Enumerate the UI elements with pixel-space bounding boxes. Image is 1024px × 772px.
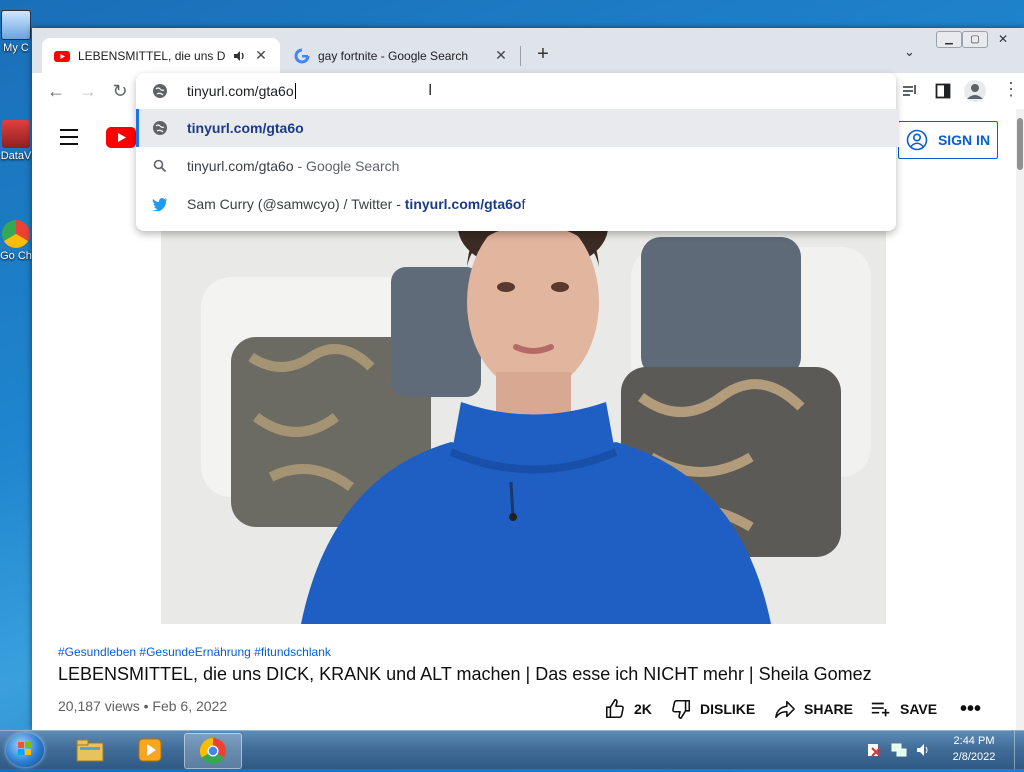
sign-in-button[interactable]: SIGN IN [898, 121, 998, 159]
youtube-logo-icon[interactable] [106, 127, 136, 148]
video-hashtags[interactable]: #Gesundleben #GesundeErnährung #fitundsc… [58, 645, 331, 659]
desktop-icon-computer[interactable]: My C [0, 10, 32, 54]
tab-google-search[interactable]: gay fortnite - Google Search ✕ [282, 38, 520, 73]
save-button[interactable]: SAVE [870, 698, 937, 720]
action-center-flag-icon[interactable] [866, 742, 882, 758]
video-title: LEBENSMITTEL, die uns DICK, KRANK und AL… [58, 664, 872, 684]
address-bar[interactable]: tinyurl.com/gta6o I [136, 73, 896, 109]
taskbar: 2:44 PM 2/8/2022 [0, 730, 1024, 769]
desktop-icon-label: My C [3, 42, 29, 54]
sign-in-label: SIGN IN [937, 132, 991, 148]
suggestion-tail: f [521, 196, 526, 212]
close-tab-icon[interactable]: ✕ [492, 47, 510, 65]
omnibox-dropdown: tinyurl.com/gta6o I tinyurl.com/gta6o ti… [136, 73, 899, 231]
more-actions-icon[interactable]: ••• [960, 698, 981, 721]
tab-search-chevron-icon[interactable]: ⌄ [904, 44, 915, 60]
desktop-icon-label: Go Ch [0, 250, 32, 262]
video-frame-image [161, 187, 886, 624]
clock-time[interactable]: 2:44 PM [940, 735, 1008, 747]
reload-icon[interactable]: ↻ [108, 79, 132, 103]
side-panel-icon[interactable] [935, 83, 951, 99]
share-label: SHARE [804, 701, 854, 717]
show-desktop-button[interactable] [1014, 731, 1024, 769]
suggestion-bold-text: tinyurl.com/gta6o [404, 196, 522, 212]
playlist-add-icon [871, 702, 890, 717]
page-scrollbar-thumb[interactable] [1017, 118, 1023, 170]
video-meta: 20,187 views • Feb 6, 2022 [58, 698, 227, 714]
taskbar-explorer[interactable] [62, 733, 118, 767]
windows-logo-icon [18, 742, 31, 755]
tab-title: gay fortnite - Google Search [318, 48, 469, 63]
suggestion-url[interactable]: tinyurl.com/gta6o [136, 109, 899, 147]
close-window-button[interactable]: ✕ [988, 31, 1018, 46]
like-button[interactable]: 2K [604, 698, 652, 720]
speaker-icon[interactable] [232, 49, 246, 63]
taskbar-media-player[interactable] [122, 733, 178, 767]
google-icon [294, 48, 310, 63]
i-beam-cursor-icon: I [428, 82, 433, 99]
suggestion-twitter[interactable]: Sam Curry (@samwcyo) / Twitter - tinyurl… [136, 185, 896, 223]
dislike-label: DISLIKE [700, 701, 756, 717]
clock-date[interactable]: 2/8/2022 [940, 751, 1008, 763]
desktop-icon-datav[interactable]: DataV [0, 120, 32, 162]
text-cursor [294, 83, 296, 99]
suggestion-text: Sam Curry (@samwcyo) / Twitter - [187, 196, 405, 212]
back-arrow-icon[interactable]: ← [44, 79, 68, 103]
new-tab-button[interactable]: + [532, 43, 554, 65]
like-count: 2K [634, 701, 652, 717]
forward-arrow-icon[interactable]: → [76, 79, 100, 103]
globe-icon [153, 84, 167, 98]
suggestion-suffix: - Google Search [293, 158, 400, 174]
volume-icon[interactable] [915, 742, 931, 758]
taskbar-chrome[interactable] [184, 733, 242, 769]
minimize-button[interactable]: ▁ [936, 31, 962, 48]
media-player-icon [138, 738, 162, 762]
save-label: SAVE [900, 701, 938, 717]
share-button[interactable]: SHARE [774, 698, 853, 720]
page-scrollbar[interactable] [1016, 109, 1024, 730]
tab-youtube[interactable]: LEBENSMITTEL, die uns DICK ✕ [42, 38, 280, 73]
account-circle-icon [906, 129, 928, 151]
desktop-icon-chrome[interactable]: Go Ch [0, 220, 32, 263]
chrome-shortcut-icon [2, 220, 30, 248]
desktop-icon-label: DataV [0, 150, 32, 162]
dislike-button[interactable]: DISLIKE [670, 698, 755, 720]
share-arrow-icon [775, 700, 795, 719]
suggestion-text: tinyurl.com/gta6o [187, 158, 294, 174]
computer-icon [1, 10, 31, 40]
profile-avatar-icon[interactable] [964, 80, 986, 102]
tab-strip: LEBENSMITTEL, die uns DICK ✕ gay fortnit… [32, 28, 1024, 73]
browser-window: LEBENSMITTEL, die uns DICK ✕ gay fortnit… [32, 28, 1024, 730]
hamburger-menu-icon[interactable] [60, 129, 78, 145]
search-icon [152, 158, 168, 174]
thumbs-down-icon [672, 699, 691, 719]
address-bar-text: tinyurl.com/gta6o [187, 83, 294, 99]
suggestion-text: tinyurl.com/gta6o [187, 120, 304, 136]
globe-icon [152, 120, 168, 136]
tab-title: LEBENSMITTEL, die uns DICK [78, 48, 226, 63]
youtube-icon [54, 50, 70, 62]
media-control-icon[interactable] [902, 83, 918, 99]
network-icon[interactable] [891, 742, 907, 758]
folder-icon [76, 739, 104, 762]
start-button[interactable] [6, 733, 44, 767]
tab-separator [520, 46, 521, 66]
maximize-button[interactable]: ▢ [962, 31, 988, 48]
video-player[interactable] [161, 187, 886, 624]
view-count: 20,187 views [58, 698, 140, 714]
thumbs-up-icon [605, 699, 624, 719]
chrome-icon [199, 737, 226, 765]
menu-kebab-icon[interactable]: ⋮ [1002, 79, 1020, 100]
suggestion-search[interactable]: tinyurl.com/gta6o - Google Search [136, 147, 896, 185]
upload-date: Feb 6, 2022 [152, 698, 228, 714]
twitter-icon [152, 196, 168, 212]
close-tab-icon[interactable]: ✕ [252, 47, 270, 65]
shortcut-icon [2, 120, 30, 148]
